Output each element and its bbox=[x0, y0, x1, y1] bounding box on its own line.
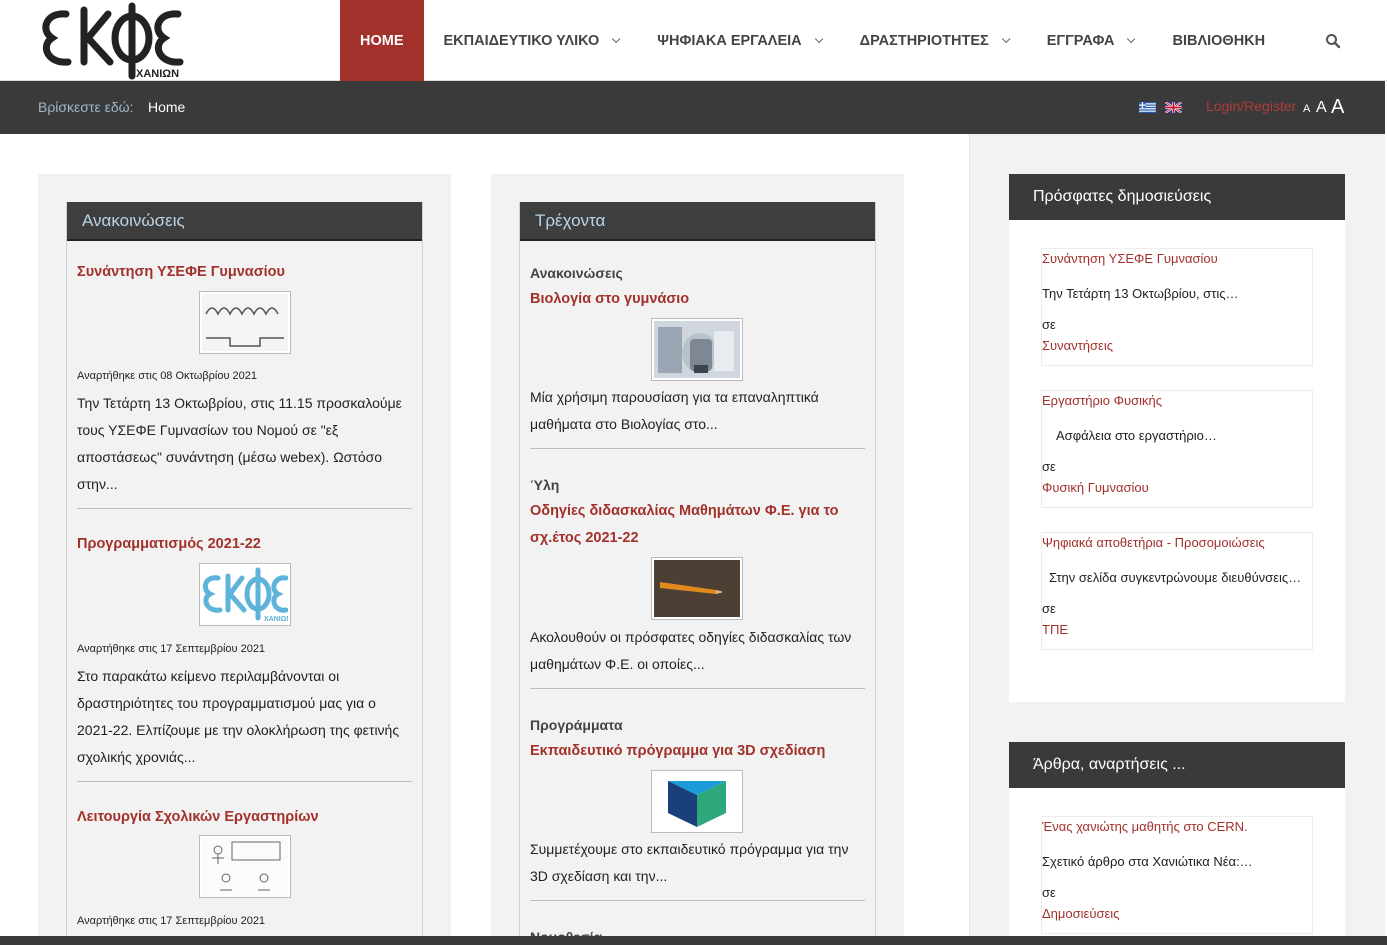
chevron-down-icon bbox=[814, 34, 824, 43]
announcement-thumbnail[interactable] bbox=[199, 291, 291, 354]
3d-cube-image bbox=[654, 773, 740, 830]
current-heading: Τρέχοντα bbox=[520, 202, 875, 241]
announcement-excerpt: Την Τετάρτη 13 Οκτωβρίου, στις 11.15 προ… bbox=[77, 395, 402, 492]
nav-library[interactable]: ΒΙΒΛΙΟΘΗΚΗ bbox=[1152, 0, 1285, 81]
article-title[interactable]: Εκπαιδευτικό πρόγραμμα για 3D σχεδίαση bbox=[530, 738, 825, 765]
login-register-link[interactable]: Login/Register bbox=[1206, 98, 1296, 114]
recent-post: Ψηφιακά αποθετήρια - Προσομοιώσεις Στην … bbox=[1041, 532, 1313, 650]
category-label[interactable]: Ανακοινώσεις bbox=[530, 265, 623, 281]
announcement-excerpt: Στο παρακάτω κείμενο περιλαμβάνονται οι … bbox=[77, 668, 400, 765]
article-post-title[interactable]: Ένας χανιώτης μαθητής στο CERN. bbox=[1042, 819, 1248, 834]
category-label[interactable]: Προγράμματα bbox=[530, 717, 623, 733]
svg-text:ΧΑΝΙΩΝ: ΧΑΝΙΩΝ bbox=[136, 68, 179, 80]
search-icon[interactable] bbox=[1325, 33, 1341, 49]
chevron-down-icon bbox=[1127, 34, 1136, 43]
breadcrumb-current[interactable]: Home bbox=[148, 99, 185, 115]
in-label: σε bbox=[1042, 459, 1056, 474]
recent-post-title[interactable]: Εργαστήριο Φυσικής bbox=[1042, 393, 1162, 408]
announcements-column: Ανακοινώσεις Συνάντηση ΥΣΕΦΕ Γυμνασίου Α… bbox=[38, 174, 451, 945]
announcement-title[interactable]: Συνάντηση ΥΣΕΦΕ Γυμνασίου bbox=[77, 259, 285, 286]
nav-documents[interactable]: ΕΓΓΡΑΦΑ bbox=[1027, 0, 1153, 81]
article-post-category[interactable]: Δημοσιεύσεις bbox=[1042, 906, 1119, 921]
nav-educational-material[interactable]: ΕΚΠΑΙΔΕΥΤΙΚΟ ΥΛΙΚΟ bbox=[424, 0, 638, 81]
in-label: σε bbox=[1042, 885, 1056, 900]
post-date: Αναρτήθηκε στις 17 Σεπτεμβρίου 2021 bbox=[77, 643, 266, 655]
nav-home[interactable]: HOME bbox=[340, 0, 424, 81]
main-nav: HOME ΕΚΠΑΙΔΕΥΤΙΚΟ ΥΛΙΚΟ ΨΗΦΙΑΚΑ ΕΡΓΑΛΕΙΑ… bbox=[340, 0, 1285, 81]
pencil-image bbox=[654, 560, 740, 617]
current-panel: Τρέχοντα Ανακοινώσεις Βιολογία στο γυμνά… bbox=[519, 202, 876, 945]
recent-posts-heading: Πρόσφατες δημοσιεύσεις bbox=[1009, 174, 1345, 220]
nav-digital-tools[interactable]: ΨΗΦΙΑΚΑ ΕΡΓΑΛΕΙΑ bbox=[637, 0, 839, 81]
recent-post-excerpt: Στην σελίδα συγκεντρώνουμε διευθύνσεις… bbox=[1049, 570, 1302, 585]
breadcrumb-label: Βρίσκεστε εδώ: bbox=[38, 99, 134, 115]
article-excerpt: Μία χρήσιμη παρουσίαση για τα επαναληπτι… bbox=[530, 389, 819, 432]
recent-post-category[interactable]: Συναντήσεις bbox=[1042, 338, 1113, 353]
article-thumbnail[interactable] bbox=[651, 770, 743, 833]
greek-flag-icon[interactable] bbox=[1139, 102, 1156, 113]
article-title[interactable]: Οδηγίες διδασκαλίας Μαθημάτων Φ.Ε. για τ… bbox=[530, 498, 839, 552]
article-thumbnail[interactable] bbox=[651, 557, 743, 620]
announcement-title[interactable]: Λειτουργία Σχολικών Εργαστηρίων bbox=[77, 804, 319, 831]
announcement-thumbnail[interactable] bbox=[199, 835, 291, 898]
bottom-toolbar bbox=[0, 936, 1387, 945]
article-excerpt: Ακολουθούν οι πρόσφατες οδηγίες διδασκαλ… bbox=[530, 629, 852, 672]
divider bbox=[530, 688, 865, 689]
site-header: ΧΑΝΙΩΝ HOME ΕΚΠΑΙΔΕΥΤΙΚΟ ΥΛΙΚΟ ΨΗΦΙΑΚΑ Ε… bbox=[0, 0, 1387, 81]
microscope-image bbox=[654, 321, 740, 378]
category-label[interactable]: Ύλη bbox=[530, 477, 559, 493]
recent-post-title[interactable]: Συνάντηση ΥΣΕΦΕ Γυμνασίου bbox=[1042, 251, 1218, 266]
font-size-medium[interactable]: A bbox=[1316, 100, 1327, 116]
recent-post-excerpt: Ασφάλεια στο εργαστήριο… bbox=[1056, 428, 1217, 443]
english-flag-icon[interactable] bbox=[1165, 102, 1182, 113]
article-excerpt: Συμμετέχουμε στο εκπαιδευτικό πρόγραμμα … bbox=[530, 841, 849, 884]
articles-heading: Άρθρα, αναρτήσεις ... bbox=[1009, 742, 1345, 788]
article-post-excerpt: Σχετικό άρθρο στα Χανιώτικα Νέα:… bbox=[1042, 854, 1253, 869]
recent-post-category[interactable]: Φυσική Γυμνασίου bbox=[1042, 480, 1149, 495]
article-title[interactable]: Βιολογία στο γυμνάσιο bbox=[530, 286, 689, 313]
post-date: Αναρτήθηκε στις 17 Σεπτεμβρίου 2021 bbox=[77, 915, 266, 927]
drawing-image bbox=[202, 294, 288, 351]
font-size-small[interactable]: A bbox=[1303, 104, 1310, 115]
recent-posts-widget: Πρόσφατες δημοσιεύσεις Συνάντηση ΥΣΕΦΕ Γ… bbox=[1009, 174, 1345, 702]
chevron-down-icon bbox=[612, 34, 621, 43]
announcement-thumbnail[interactable]: ΧΑΝΙΩΝ bbox=[199, 563, 291, 626]
divider bbox=[530, 448, 865, 449]
announcement-title[interactable]: Προγραμματισμός 2021-22 bbox=[77, 531, 261, 558]
divider bbox=[77, 508, 412, 509]
divider bbox=[77, 781, 412, 782]
announcements-heading: Ανακοινώσεις bbox=[67, 202, 422, 241]
nav-activities[interactable]: ΔΡΑΣΤΗΡΙΟΤΗΤΕΣ bbox=[840, 0, 1027, 81]
sketch-image bbox=[202, 838, 288, 895]
recent-post: Συνάντηση ΥΣΕΦΕ Γυμνασίου Την Τετάρτη 13… bbox=[1041, 248, 1313, 366]
recent-post-title[interactable]: Ψηφιακά αποθετήρια - Προσομοιώσεις bbox=[1042, 535, 1265, 550]
ekfe-logo[interactable]: ΧΑΝΙΩΝ bbox=[38, 0, 198, 80]
article-post: Ένας χανιώτης μαθητής στο CERN. Σχετικό … bbox=[1041, 816, 1313, 934]
recent-post-category[interactable]: ΤΠΕ bbox=[1042, 622, 1068, 637]
current-column: Τρέχοντα Ανακοινώσεις Βιολογία στο γυμνά… bbox=[491, 174, 904, 945]
recent-post-excerpt: Την Τετάρτη 13 Οκτωβρίου, στις… bbox=[1042, 286, 1239, 301]
articles-widget: Άρθρα, αναρτήσεις ... Ένας χανιώτης μαθη… bbox=[1009, 742, 1345, 945]
chevron-down-icon bbox=[1001, 34, 1011, 43]
ekfe-logo-image: ΧΑΝΙΩΝ bbox=[202, 566, 291, 623]
recent-post: Εργαστήριο Φυσικής Ασφάλεια στο εργαστήρ… bbox=[1041, 390, 1313, 508]
announcements-panel: Ανακοινώσεις Συνάντηση ΥΣΕΦΕ Γυμνασίου Α… bbox=[66, 202, 423, 945]
font-size-large[interactable]: A bbox=[1331, 97, 1344, 117]
in-label: σε bbox=[1042, 317, 1056, 332]
in-label: σε bbox=[1042, 601, 1056, 616]
svg-text:ΧΑΝΙΩΝ: ΧΑΝΙΩΝ bbox=[264, 616, 288, 623]
article-thumbnail[interactable] bbox=[651, 318, 743, 381]
divider bbox=[530, 900, 865, 901]
post-date: Αναρτήθηκε στις 08 Οκτωβρίου 2021 bbox=[77, 370, 258, 382]
